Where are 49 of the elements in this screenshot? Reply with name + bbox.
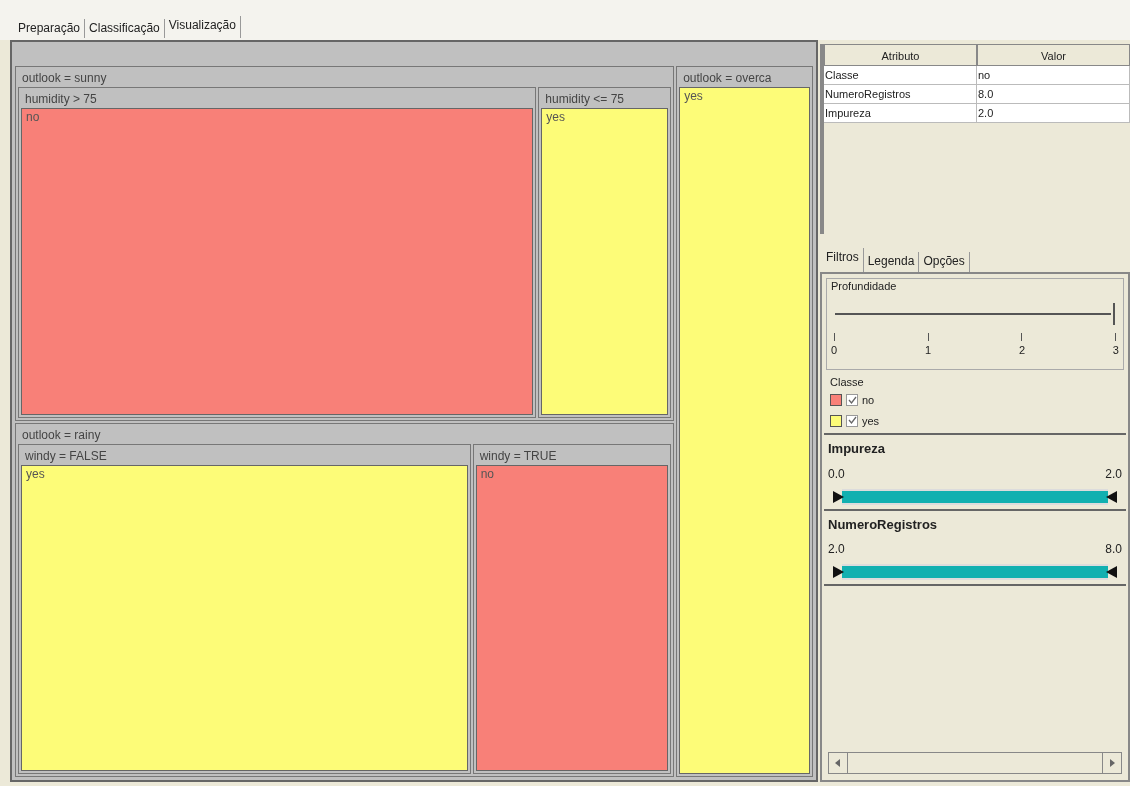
class-label: no	[26, 110, 40, 124]
tick-label: 0	[831, 332, 838, 356]
tab[interactable]: Preparação	[14, 19, 86, 38]
class-name: yes	[862, 413, 880, 429]
tick-label: 2	[1018, 332, 1026, 356]
slider-thumb[interactable]	[1110, 302, 1115, 325]
range-max: 8.0	[1105, 541, 1122, 558]
tick-label: 1	[924, 332, 932, 356]
range-min: 2.0	[828, 541, 845, 558]
right-thumb-icon[interactable]	[1106, 490, 1118, 503]
class-label: no	[480, 466, 494, 481]
class-label: yes	[684, 89, 703, 103]
node-label: windy = TRUE	[478, 447, 558, 465]
node-label: humidity <= 75	[544, 91, 625, 108]
table-cell: Impureza	[824, 104, 977, 123]
range-max: 2.0	[1105, 465, 1122, 483]
checkbox[interactable]	[846, 414, 858, 427]
tab[interactable]: Legenda	[863, 252, 920, 272]
tick-mark	[927, 332, 929, 341]
group-title: Profundidade	[831, 279, 898, 294]
class-label: yes	[26, 466, 45, 481]
tick-mark	[833, 332, 835, 341]
class-label: yes	[546, 110, 565, 124]
left-thumb-icon[interactable]	[832, 490, 844, 503]
range-min: 0.0	[828, 465, 845, 483]
column-header: Valor	[977, 44, 1130, 66]
checkbox[interactable]	[846, 394, 858, 407]
node-label: humidity > 75	[24, 91, 98, 108]
tab[interactable]: Classificação	[85, 19, 165, 38]
node-label: windy = FALSE	[24, 447, 108, 465]
filter-title: NumeroRegistros	[828, 515, 939, 534]
node-label: outlook = rainy	[21, 426, 102, 444]
table-cell: 2.0	[977, 104, 1130, 123]
tick-mark	[1115, 332, 1117, 341]
tick-mark	[1021, 332, 1023, 341]
tab[interactable]: Opções	[919, 252, 970, 272]
class-name: no	[862, 393, 875, 408]
scrollbar[interactable]	[828, 752, 1122, 774]
left-thumb-icon[interactable]	[832, 566, 844, 578]
tick-label: 3	[1112, 332, 1119, 356]
tab[interactable]: Filtros	[822, 248, 864, 272]
right-thumb-icon[interactable]	[1106, 566, 1118, 578]
legend-title: Classe	[830, 376, 865, 388]
filter-title: Impureza	[828, 440, 887, 458]
column-header: Atributo	[824, 44, 977, 66]
node-label: outlook = overca	[682, 70, 773, 87]
left-arrow-icon[interactable]	[835, 759, 841, 767]
node-label: outlook = sunny	[21, 70, 108, 87]
right-arrow-icon[interactable]	[1109, 759, 1115, 767]
